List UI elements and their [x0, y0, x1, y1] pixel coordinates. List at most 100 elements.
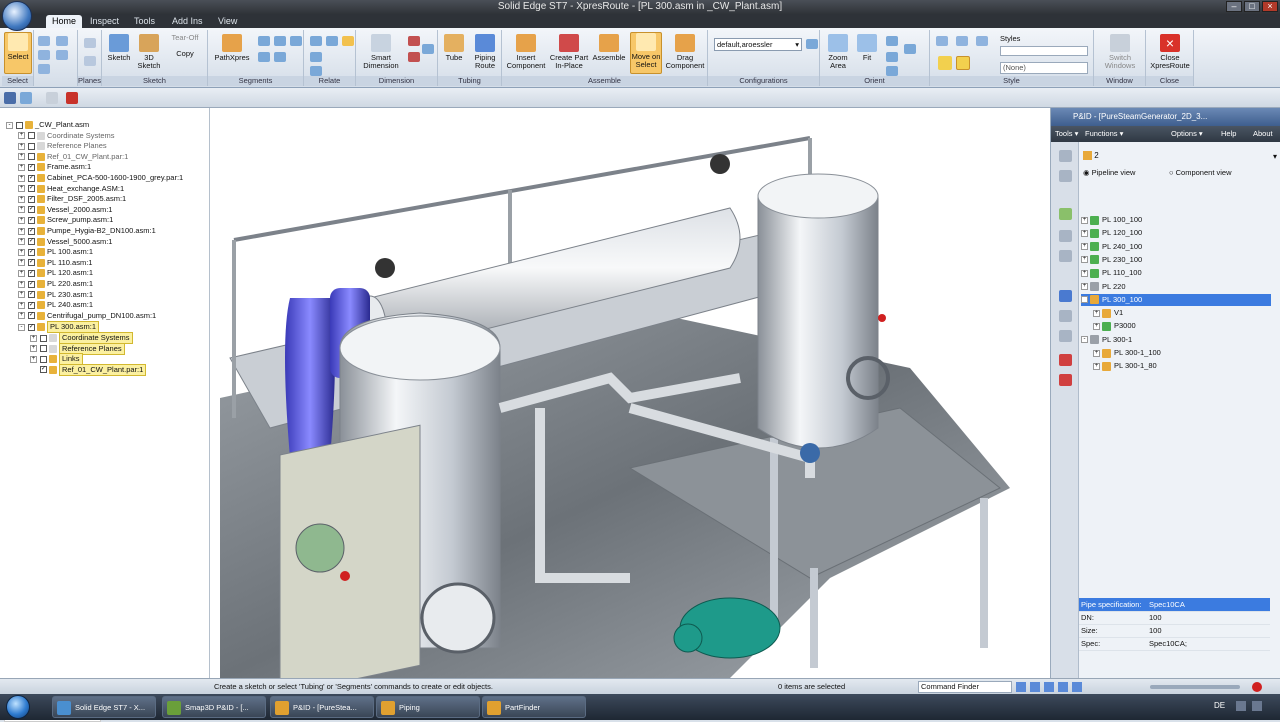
expand-icon[interactable]: +: [18, 206, 25, 214]
pipeline-item[interactable]: + PL 300-1_80: [1081, 360, 1271, 372]
expand-icon[interactable]: +: [18, 248, 25, 256]
tree-item[interactable]: + ✓ PL 220.asm:1: [18, 279, 93, 289]
shaded-edges-icon[interactable]: [956, 56, 970, 70]
plane-parallel-icon[interactable]: [84, 56, 96, 66]
pipeline-item[interactable]: + PL 230_100: [1081, 254, 1271, 266]
expand-icon[interactable]: +: [1093, 349, 1100, 357]
assemble-button[interactable]: Assemble: [590, 34, 628, 62]
sketch-button[interactable]: Sketch: [104, 34, 134, 62]
piping-route-button[interactable]: Piping Route: [470, 34, 500, 70]
visibility-checkbox[interactable]: [40, 355, 47, 363]
tree-item[interactable]: - ✓ PL 300.asm:1: [18, 321, 99, 334]
tree-item[interactable]: + ✓ Centrifugal_pump_DN100.asm:1: [18, 311, 156, 321]
record-icon[interactable]: [1252, 682, 1262, 692]
taskbar-item-p-id-purestea[interactable]: P&ID - [PureStea...: [270, 696, 374, 718]
style-dropdown[interactable]: (None): [1000, 62, 1088, 74]
taskbar-item-piping[interactable]: Piping: [376, 696, 480, 718]
visibility-checkbox[interactable]: [28, 153, 35, 161]
insert-component-button[interactable]: Insert Component: [504, 34, 548, 70]
pipeline-item[interactable]: + V1: [1081, 307, 1271, 319]
visibility-checkbox[interactable]: ✓: [28, 174, 35, 182]
switch-windows-button[interactable]: Switch Windows: [1096, 34, 1144, 70]
application-button[interactable]: [2, 1, 32, 31]
connect-icon[interactable]: [258, 52, 270, 62]
pid-delete-icon[interactable]: [1059, 354, 1072, 366]
pipeline-item[interactable]: - PL 300_100: [1081, 293, 1271, 306]
expand-icon[interactable]: +: [1081, 229, 1088, 237]
tab-tools[interactable]: Tools: [128, 15, 161, 28]
expand-icon[interactable]: +: [18, 312, 25, 320]
visibility-checkbox[interactable]: ✓: [28, 312, 35, 320]
tray-icon[interactable]: [1236, 701, 1246, 711]
pipeline-item[interactable]: + PL 110_100: [1081, 267, 1271, 279]
drag-component-button[interactable]: Drag Component: [664, 34, 706, 70]
relate-icon[interactable]: [310, 36, 322, 46]
view-iso-icon[interactable]: [936, 36, 948, 46]
visibility-checkbox[interactable]: ✓: [28, 163, 35, 171]
curve-icon[interactable]: [290, 36, 302, 46]
collapse-icon[interactable]: -: [1081, 296, 1088, 304]
pid-route-icon[interactable]: [1059, 290, 1072, 302]
expand-icon[interactable]: +: [18, 163, 25, 171]
taskbar-item-smap3d-p-id[interactable]: Smap3D P&ID - [...: [162, 696, 266, 718]
tree-item[interactable]: + Links: [30, 353, 83, 366]
tree-item[interactable]: + ✓ Heat_exchange.ASM:1: [18, 184, 124, 194]
zoom-slider[interactable]: [1150, 685, 1240, 689]
style-dropdown-top[interactable]: [1000, 46, 1088, 56]
visibility-checkbox[interactable]: [28, 132, 35, 140]
expand-icon[interactable]: +: [18, 195, 25, 203]
pid-tool-icon[interactable]: [1059, 250, 1072, 262]
maximize-button[interactable]: □: [1244, 1, 1260, 12]
visibility-checkbox[interactable]: ✓: [40, 366, 47, 374]
pathxpres-button[interactable]: PathXpres: [210, 34, 254, 62]
taskbar-item-solid-edge-st7-x[interactable]: Solid Edge ST7 - X...: [52, 696, 156, 718]
configuration-dropdown[interactable]: default,aroessler ▾: [714, 38, 802, 51]
property-value[interactable]: 100: [1147, 624, 1270, 638]
tree-item[interactable]: + ✓ PL 240.asm:1: [18, 300, 93, 310]
tube-button[interactable]: Tube: [440, 34, 468, 62]
tab-inspect[interactable]: Inspect: [84, 15, 125, 28]
sketch-3d-button[interactable]: 3D Sketch: [134, 34, 164, 70]
pan-icon[interactable]: [886, 52, 898, 62]
component-view-radio[interactable]: ○ Component view: [1169, 168, 1232, 177]
pid-tool-icon[interactable]: [1059, 310, 1072, 322]
menu-tools[interactable]: Tools ▾: [1055, 126, 1078, 142]
property-row[interactable]: DN: 100: [1079, 611, 1270, 625]
relationship-handles-icon[interactable]: [342, 36, 354, 46]
visibility-checkbox[interactable]: [40, 334, 47, 342]
visibility-checkbox[interactable]: ✓: [28, 227, 35, 235]
pid-tool-icon[interactable]: [1059, 330, 1072, 342]
view-top-icon[interactable]: [976, 36, 988, 46]
pid-add-icon[interactable]: [1059, 208, 1072, 220]
pan-icon[interactable]: [1058, 682, 1068, 692]
shaded-icon[interactable]: [938, 56, 952, 70]
tree-item[interactable]: + ✓ PL 120.asm:1: [18, 268, 93, 278]
pid-remove-icon[interactable]: [1059, 374, 1072, 386]
expand-icon[interactable]: +: [1093, 362, 1100, 370]
language-indicator[interactable]: DE: [1214, 701, 1225, 710]
pipeline-item[interactable]: + P3000: [1081, 320, 1271, 332]
view-front-icon[interactable]: [956, 36, 968, 46]
lasso-icon[interactable]: [38, 50, 50, 60]
close-xpresroute-button[interactable]: × Close XpresRoute: [1148, 34, 1192, 70]
tree-item[interactable]: + ✓ Screw_pump.asm:1: [18, 215, 113, 225]
property-value[interactable]: Spec10CA;: [1147, 637, 1270, 651]
filter-icon[interactable]: [38, 36, 50, 46]
property-row[interactable]: Spec: Spec10CA;: [1079, 637, 1270, 651]
expand-icon[interactable]: +: [1081, 256, 1088, 264]
select-tools-icon[interactable]: [56, 50, 68, 60]
arc-icon[interactable]: [274, 36, 286, 46]
menu-options[interactable]: Options ▾: [1171, 126, 1203, 142]
tree-item[interactable]: + ✓ Vessel_5000.asm:1: [18, 237, 112, 247]
expand-icon[interactable]: +: [18, 280, 25, 288]
expand-icon[interactable]: +: [1081, 216, 1088, 224]
tree-item[interactable]: + Coordinate Systems: [30, 332, 133, 344]
quickpick-icon[interactable]: [38, 64, 50, 74]
zoom-area-button[interactable]: Zoom Area: [822, 34, 854, 70]
tree-item[interactable]: + ✓ Pumpe_Hygia-B2_DN100.asm:1: [18, 226, 156, 236]
pipeline-view-radio[interactable]: ◉ Pipeline view: [1083, 168, 1135, 177]
rotate-icon[interactable]: [1072, 682, 1082, 692]
tree-item[interactable]: + ✓ Cabinet_PCA-500-1600-1900_grey.par:1: [18, 173, 183, 183]
save-icon[interactable]: [4, 92, 16, 104]
property-row[interactable]: Pipe specification: Spec10CA: [1079, 598, 1270, 612]
